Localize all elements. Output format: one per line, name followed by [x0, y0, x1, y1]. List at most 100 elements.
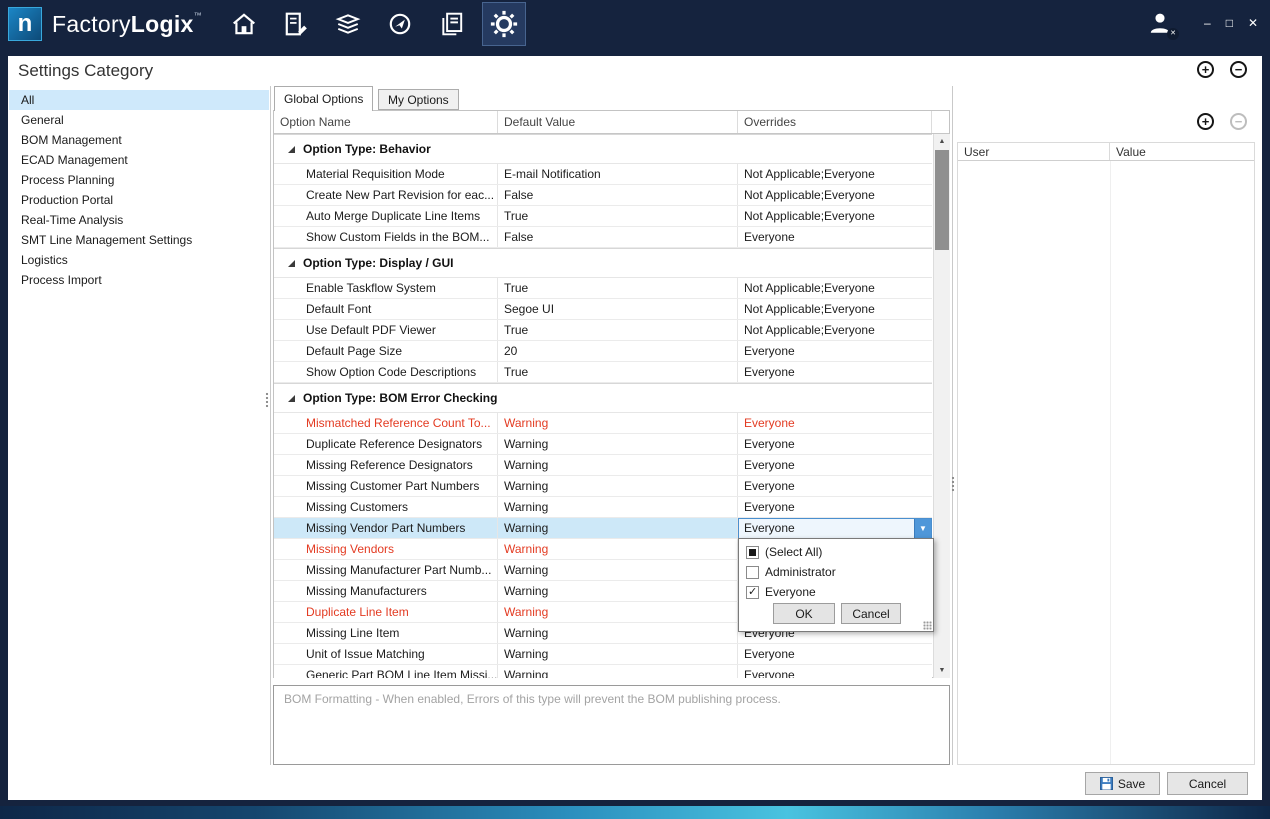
materials-icon[interactable]	[326, 2, 370, 46]
user-logout-icon[interactable]: ✕	[1147, 10, 1175, 38]
option-row[interactable]: Create New Part Revision for eac...False…	[274, 185, 932, 206]
option-name-cell: Mismatched Reference Count To...	[274, 413, 498, 433]
scrollbar-thumb[interactable]	[935, 150, 949, 250]
category-item[interactable]: Logistics	[9, 250, 269, 270]
category-item[interactable]: All	[9, 90, 269, 110]
option-row[interactable]: Auto Merge Duplicate Line ItemsTrueNot A…	[274, 206, 932, 227]
collapse-triangle-icon[interactable]	[288, 146, 295, 153]
option-row[interactable]: Duplicate Reference DesignatorsWarningEv…	[274, 434, 932, 455]
home-icon[interactable]	[222, 2, 266, 46]
popup-resize-grip[interactable]	[923, 621, 932, 630]
bottom-accent-strip	[0, 806, 1270, 819]
tab-global-options[interactable]: Global Options	[274, 86, 373, 111]
column-header-user[interactable]: User	[958, 143, 1110, 160]
popup-ok-button[interactable]: OK	[773, 603, 835, 624]
column-header-overrides[interactable]: Overrides	[738, 111, 932, 133]
option-row[interactable]: Use Default PDF ViewerTrueNot Applicable…	[274, 320, 932, 341]
remove-option-button[interactable]: −	[1230, 61, 1247, 78]
sidebar-divider	[270, 86, 271, 765]
vertical-scrollbar[interactable]: ▲ ▼	[933, 134, 950, 678]
overrides-cell: Not Applicable;Everyone	[738, 320, 932, 340]
category-item[interactable]: General	[9, 110, 269, 130]
option-row[interactable]: Show Option Code DescriptionsTrueEveryon…	[274, 362, 932, 383]
close-button[interactable]: ✕	[1248, 16, 1258, 30]
add-option-button[interactable]: +	[1197, 61, 1214, 78]
category-item[interactable]: Process Planning	[9, 170, 269, 190]
option-group-header[interactable]: Option Type: Display / GUI	[274, 248, 932, 278]
cancel-button-label: Cancel	[1189, 777, 1226, 791]
add-user-override-button[interactable]: +	[1197, 113, 1214, 130]
option-row[interactable]: Material Requisition ModeE-mail Notifica…	[274, 164, 932, 185]
documents-icon[interactable]	[430, 2, 474, 46]
window-controls: – □ ✕	[1204, 16, 1258, 30]
option-row[interactable]: Missing Customer Part NumbersWarningEver…	[274, 476, 932, 497]
bom-editor-icon[interactable]	[274, 2, 318, 46]
remove-user-override-button[interactable]: −	[1230, 113, 1247, 130]
override-option-item[interactable]: Everyone	[739, 582, 933, 602]
overrides-cell: Everyone	[738, 644, 932, 664]
combo-dropdown-icon[interactable]: ▼	[914, 519, 931, 538]
column-header-value[interactable]: Value	[1110, 143, 1254, 160]
group-label: Option Type: Display / GUI	[303, 256, 453, 270]
collapse-triangle-icon[interactable]	[288, 260, 295, 267]
option-row[interactable]: Missing CustomersWarningEveryone	[274, 497, 932, 518]
category-item[interactable]: BOM Management	[9, 130, 269, 150]
option-row[interactable]: Enable Taskflow SystemTrueNot Applicable…	[274, 278, 932, 299]
override-option-item[interactable]: (Select All)	[739, 542, 933, 562]
option-row[interactable]: Missing Reference DesignatorsWarningEver…	[274, 455, 932, 476]
category-item[interactable]: ECAD Management	[9, 150, 269, 170]
combo-selected-value: Everyone	[739, 519, 914, 538]
override-option-label: Administrator	[765, 565, 836, 579]
default-value-cell: False	[498, 185, 738, 205]
left-splitter-handle[interactable]	[265, 392, 269, 408]
column-header-option-name[interactable]: Option Name	[274, 111, 498, 133]
category-item[interactable]: Real-Time Analysis	[9, 210, 269, 230]
category-item[interactable]: Process Import	[9, 270, 269, 290]
tab-my-options-label: My Options	[388, 93, 449, 107]
checkbox-unchecked-icon[interactable]	[746, 566, 759, 579]
option-description-box: BOM Formatting - When enabled, Errors of…	[273, 685, 950, 765]
option-name-cell: Default Font	[274, 299, 498, 319]
scroll-down-icon[interactable]: ▼	[934, 663, 950, 678]
default-value-cell: True	[498, 278, 738, 298]
overrides-cell: Everyone▼	[738, 518, 932, 538]
right-splitter-handle[interactable]	[951, 476, 955, 492]
category-item[interactable]: SMT Line Management Settings	[9, 230, 269, 250]
checkbox-checked-icon[interactable]	[746, 586, 759, 599]
overrides-cell: Not Applicable;Everyone	[738, 206, 932, 226]
option-name-cell: Missing Reference Designators	[274, 455, 498, 475]
scroll-up-icon[interactable]: ▲	[934, 134, 950, 149]
option-row[interactable]: Mismatched Reference Count To...WarningE…	[274, 413, 932, 434]
option-row[interactable]: Missing Vendor Part NumbersWarningEveryo…	[274, 518, 932, 539]
collapse-triangle-icon[interactable]	[288, 395, 295, 402]
save-button[interactable]: Save	[1085, 772, 1160, 795]
production-icon[interactable]	[378, 2, 422, 46]
column-header-default-value[interactable]: Default Value	[498, 111, 738, 133]
option-group-header[interactable]: Option Type: BOM Error Checking	[274, 383, 932, 413]
brand-logix: Logix	[131, 11, 194, 37]
maximize-button[interactable]: □	[1226, 16, 1233, 30]
options-grid-header: Option Name Default Value Overrides	[274, 111, 949, 134]
option-row[interactable]: Generic Part BOM Line Item Missi...Warni…	[274, 665, 932, 678]
option-name-cell: Duplicate Reference Designators	[274, 434, 498, 454]
option-row[interactable]: Default FontSegoe UINot Applicable;Every…	[274, 299, 932, 320]
tab-my-options[interactable]: My Options	[378, 89, 459, 110]
overrides-cell: Not Applicable;Everyone	[738, 164, 932, 184]
category-item[interactable]: Production Portal	[9, 190, 269, 210]
overrides-combobox[interactable]: Everyone▼	[738, 518, 932, 538]
option-group-header[interactable]: Option Type: Behavior	[274, 134, 932, 164]
minimize-button[interactable]: –	[1204, 16, 1211, 30]
overrides-cell: Not Applicable;Everyone	[738, 299, 932, 319]
option-name-cell: Default Page Size	[274, 341, 498, 361]
popup-cancel-button[interactable]: Cancel	[841, 603, 901, 624]
cancel-button[interactable]: Cancel	[1167, 772, 1248, 795]
option-row[interactable]: Unit of Issue MatchingWarningEveryone	[274, 644, 932, 665]
default-value-cell: True	[498, 320, 738, 340]
option-row[interactable]: Default Page Size20Everyone	[274, 341, 932, 362]
checkbox-indeterminate-icon[interactable]	[746, 546, 759, 559]
option-row[interactable]: Show Custom Fields in the BOM...FalseEve…	[274, 227, 932, 248]
default-value-cell: Segoe UI	[498, 299, 738, 319]
overrides-cell: Not Applicable;Everyone	[738, 185, 932, 205]
settings-icon[interactable]	[482, 2, 526, 46]
override-option-item[interactable]: Administrator	[739, 562, 933, 582]
